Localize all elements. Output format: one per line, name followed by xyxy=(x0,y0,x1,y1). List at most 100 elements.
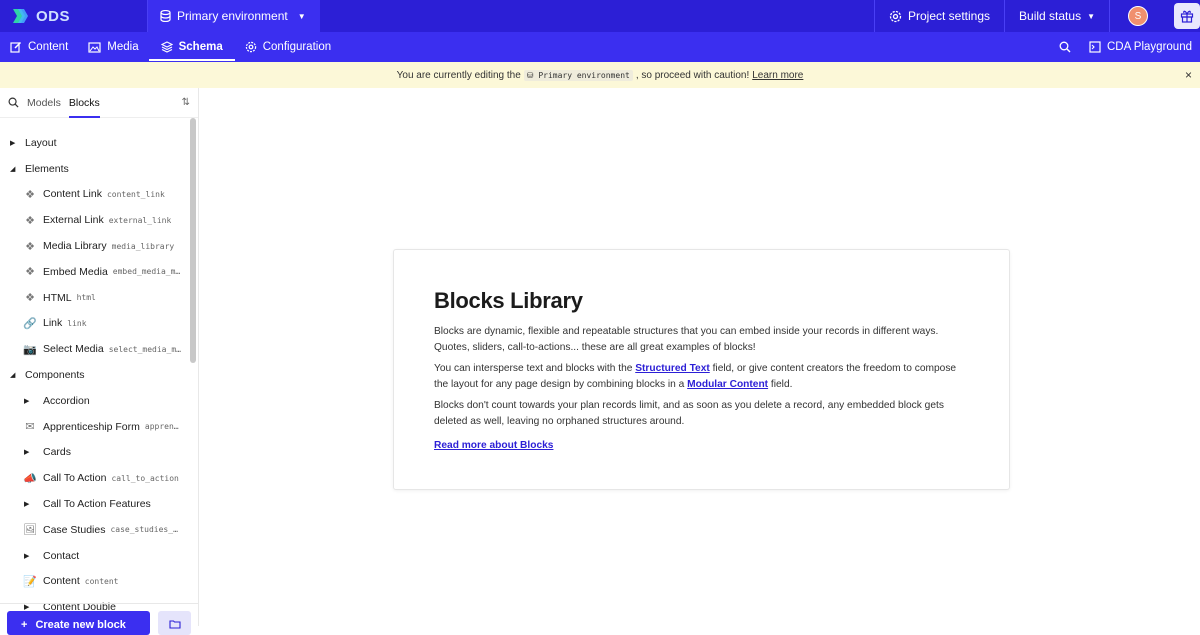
tree-group[interactable]: ▶ Layout xyxy=(0,130,188,156)
create-new-block-button[interactable]: + Create new block xyxy=(7,611,150,635)
banner-env-name: Primary environment xyxy=(538,70,630,80)
tree-item-label: Link xyxy=(43,317,63,330)
sidebar-scrollbar[interactable] xyxy=(190,118,196,363)
plus-icon: + xyxy=(21,619,28,631)
gear-icon xyxy=(245,41,256,53)
build-status-button[interactable]: Build status ▼ xyxy=(1004,0,1109,32)
tree-subgroup[interactable]: ▶ Call To Action Features xyxy=(0,491,188,517)
tree-item-api-key: content xyxy=(84,576,119,586)
tree-block-item[interactable]: 📝 Content content xyxy=(0,569,188,595)
tree-item-label: Components xyxy=(25,369,85,382)
tree-item-api-key: media_library xyxy=(111,241,175,251)
create-new-block-label: Create new block xyxy=(35,619,126,631)
user-menu[interactable]: S xyxy=(1109,0,1166,32)
caret-right-icon[interactable]: ▶ xyxy=(10,139,20,147)
megaphone-icon: 📣 xyxy=(23,472,37,485)
tree-block-item[interactable]: ❖ External Link external_link xyxy=(0,207,188,233)
main-nav: Content Media Schema Configuration CDA P… xyxy=(0,32,1200,62)
block-icon: ❖ xyxy=(25,266,35,279)
tab-blocks[interactable]: Blocks xyxy=(68,88,100,118)
chevron-down-icon: ▼ xyxy=(1087,11,1095,21)
tree-block-item[interactable]: 📣 Call To Action call_to_action xyxy=(0,465,188,491)
folder-icon xyxy=(168,620,181,629)
gift-button[interactable] xyxy=(1174,3,1200,29)
tree-subgroup[interactable]: ▶ Contact xyxy=(0,543,188,569)
read-more-link[interactable]: Read more about Blocks xyxy=(434,440,553,451)
tree-block-item[interactable]: 🖼 Case Studies case_studies_… xyxy=(0,517,188,543)
tree-block-item[interactable]: ❖ Media Library media_library xyxy=(0,233,188,259)
tree-block-item[interactable]: ✉ Apprenticeship Form appren… xyxy=(0,414,188,440)
terminal-icon xyxy=(1089,41,1101,53)
tree-item-api-key: select_media_m… xyxy=(108,344,181,354)
tree-group[interactable]: ◢ Elements xyxy=(0,156,188,182)
caret-down-icon[interactable]: ◢ xyxy=(10,371,20,379)
tree-subgroup[interactable]: ▶ Accordion xyxy=(0,388,188,414)
nav-schema[interactable]: Schema xyxy=(148,32,235,62)
image-icon xyxy=(88,41,101,53)
nav-configuration[interactable]: Configuration xyxy=(235,32,341,62)
tree-item-api-key: content_link xyxy=(106,189,165,199)
tree-subgroup[interactable]: ▶ Cards xyxy=(0,440,188,466)
block-tree: ▶ Layout ◢ Elements ❖ Content Link content_lin… xyxy=(0,130,188,620)
cda-playground-button[interactable]: CDA Playground xyxy=(1089,32,1200,62)
nav-configuration-label: Configuration xyxy=(262,41,332,53)
structure-paragraph: You can intersperse text and blocks with… xyxy=(434,361,969,392)
gift-icon xyxy=(1180,10,1194,23)
nav-media-label: Media xyxy=(107,41,139,53)
structured-text-link[interactable]: Structured Text xyxy=(635,363,710,374)
logo[interactable]: ODS xyxy=(0,0,147,32)
banner-suffix: , so proceed with caution! xyxy=(635,69,750,81)
sidebar-tabs: Models Blocks ⇅ xyxy=(0,88,198,118)
tree-item-api-key: appren… xyxy=(144,422,179,432)
environment-switcher[interactable]: Primary environment ▼ xyxy=(147,0,320,32)
tree-item-label: Cards xyxy=(43,446,72,459)
tree-item-label: Elements xyxy=(25,162,69,175)
tree-item-label: Accordion xyxy=(43,394,90,407)
tree-block-item[interactable]: ❖ Embed Media embed_media_m… xyxy=(0,259,188,285)
p2-text-c: field. xyxy=(768,378,793,390)
tree-item-api-key: html xyxy=(76,293,96,303)
tree-item-label: Media Library xyxy=(43,240,107,253)
tree-item-api-key: link xyxy=(67,318,87,328)
block-icon: ❖ xyxy=(25,292,35,305)
chevron-down-icon: ▼ xyxy=(297,11,306,21)
tree-item-label: Embed Media xyxy=(43,265,108,278)
nav-content[interactable]: Content xyxy=(0,32,78,62)
avatar[interactable]: S xyxy=(1128,6,1148,26)
modular-content-link[interactable]: Modular Content xyxy=(687,379,768,390)
project-settings-button[interactable]: Project settings xyxy=(873,0,1004,32)
search-icon[interactable] xyxy=(8,97,19,108)
close-icon[interactable]: × xyxy=(1185,68,1192,82)
caret-right-icon[interactable]: ▶ xyxy=(24,397,34,405)
project-settings-label: Project settings xyxy=(907,9,991,23)
sort-icon[interactable]: ⇅ xyxy=(182,97,190,108)
blocks-library-card: Blocks Library Blocks are dynamic, flexi… xyxy=(393,249,1010,490)
picture-icon: 🖼 xyxy=(23,524,37,537)
tree-item-label: Contact xyxy=(43,549,80,562)
tree-item-label: Call To Action Features xyxy=(43,498,151,511)
records-limit-paragraph: Blocks don't count towards your plan rec… xyxy=(434,400,944,427)
banner-env-code: ⛁ Primary environment xyxy=(523,69,633,81)
tree-block-item[interactable]: ❖ Content Link content_link xyxy=(0,182,188,208)
logo-text: ODS xyxy=(36,7,71,25)
nav-media[interactable]: Media xyxy=(78,32,148,62)
caret-down-icon[interactable]: ◢ xyxy=(10,165,20,173)
tree-block-item[interactable]: ❖ HTML html xyxy=(0,285,188,311)
tree-item-api-key: call_to_action xyxy=(111,473,179,483)
tree-item-label: HTML xyxy=(43,291,72,304)
new-folder-button[interactable] xyxy=(158,611,191,635)
tree-block-item[interactable]: 🔗 Link link xyxy=(0,311,188,337)
tab-models[interactable]: Models xyxy=(27,97,61,109)
learn-more-link[interactable]: Learn more xyxy=(752,70,803,81)
caret-right-icon[interactable]: ▶ xyxy=(24,448,34,456)
pencil-icon xyxy=(10,41,22,53)
search-button[interactable] xyxy=(1041,32,1089,62)
link-icon: 🔗 xyxy=(23,317,37,330)
caret-right-icon[interactable]: ▶ xyxy=(24,552,34,560)
tree-item-api-key: case_studies_… xyxy=(110,525,178,535)
tree-block-item[interactable]: 📷 Select Media select_media_m… xyxy=(0,336,188,362)
caret-right-icon[interactable]: ▶ xyxy=(24,500,34,508)
tree-group[interactable]: ◢ Components xyxy=(0,362,188,388)
tree-item-label: Apprenticeship Form xyxy=(43,420,140,433)
tree-item-label: Content xyxy=(43,575,80,588)
